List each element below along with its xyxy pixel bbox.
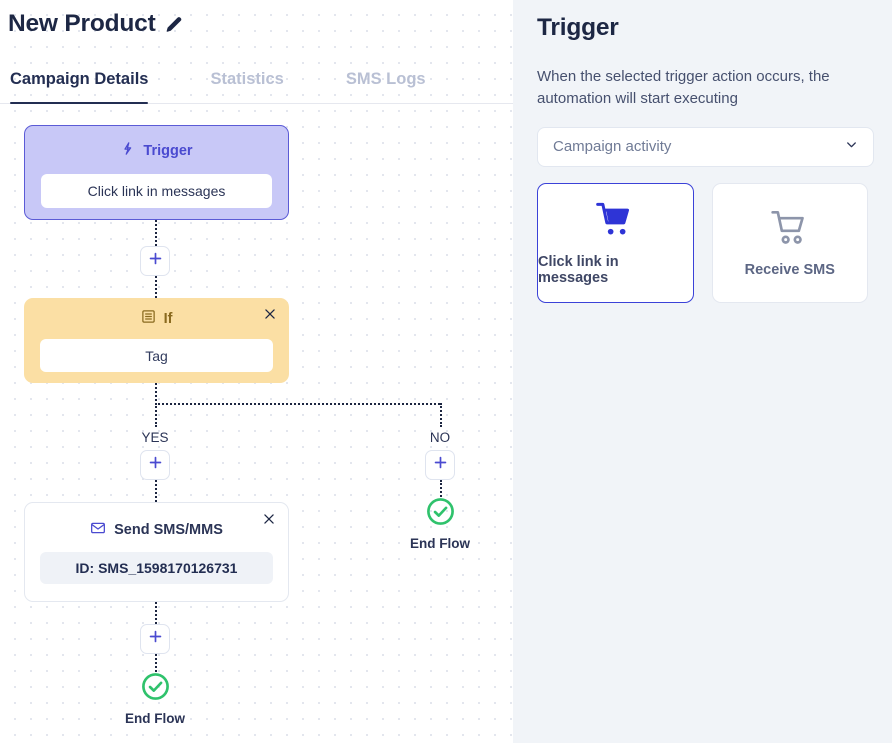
flow-graph: Trigger Click link in messages If Tag YE…: [0, 0, 513, 743]
pencil-icon[interactable]: [164, 15, 183, 34]
plus-icon: [147, 250, 164, 272]
shopping-cart-outline-icon: [770, 208, 810, 253]
plus-icon: [432, 454, 449, 476]
trigger-node-header: Trigger: [41, 136, 272, 165]
panel-description: When the selected trigger action occurs,…: [537, 68, 830, 107]
chevron-down-icon: [844, 137, 859, 157]
tab-sms-logs[interactable]: SMS Logs: [346, 64, 426, 104]
check-circle-icon: [385, 497, 495, 531]
trigger-settings-panel: Trigger When the selected trigger action…: [513, 0, 892, 743]
sms-node-close-button[interactable]: [259, 509, 279, 529]
lightning-bolt-icon: [120, 141, 135, 160]
list-icon: [141, 309, 156, 328]
plus-icon: [147, 454, 164, 476]
connector-if-down: [155, 383, 157, 405]
trigger-option-cards: Click link in messages Receive SMS: [537, 182, 868, 303]
if-node-value[interactable]: Tag: [40, 339, 273, 372]
trigger-type-select[interactable]: Campaign activity: [537, 126, 874, 167]
trigger-node-value[interactable]: Click link in messages: [41, 174, 272, 208]
connector-add-to-end: [155, 654, 157, 672]
branch-label-yes: YES: [141, 430, 169, 445]
sms-node-value[interactable]: ID: SMS_1598170126731: [40, 552, 273, 584]
shopping-cart-filled-icon: [595, 200, 635, 245]
connector-no-to-end: [440, 480, 442, 497]
sms-node-title: Send SMS/MMS: [114, 521, 223, 538]
connector-trigger-to-add: [155, 220, 157, 246]
branch-label-no: NO: [429, 430, 451, 445]
tab-campaign-details[interactable]: Campaign Details: [10, 64, 149, 104]
flow-canvas[interactable]: Trigger Click link in messages If Tag YE…: [0, 0, 513, 743]
trigger-option-receive-sms[interactable]: Receive SMS: [711, 182, 868, 303]
flow-node-if[interactable]: If Tag: [24, 298, 289, 383]
end-flow-yes-branch: End Flow: [100, 672, 210, 726]
add-step-button-yes[interactable]: [140, 450, 170, 480]
connector-branch-no: [440, 403, 442, 427]
automation-builder-screen: Trigger Click link in messages If Tag YE…: [0, 0, 892, 743]
add-step-button-2[interactable]: [140, 624, 170, 654]
add-step-button-no[interactable]: [425, 450, 455, 480]
end-flow-label: End Flow: [125, 711, 185, 726]
end-flow-label: End Flow: [410, 536, 470, 551]
connector-sms-to-add: [155, 602, 157, 624]
add-step-button-1[interactable]: [140, 246, 170, 276]
if-node-close-button[interactable]: [260, 304, 280, 324]
check-circle-icon: [100, 672, 210, 706]
if-node-header: If: [40, 304, 273, 333]
trigger-node-title: Trigger: [143, 142, 193, 159]
trigger-option-label: Receive SMS: [744, 261, 835, 278]
envelope-icon: [90, 520, 106, 540]
plus-icon: [147, 628, 164, 650]
trigger-option-click-link[interactable]: Click link in messages: [537, 182, 694, 303]
connector-branch-yes: [155, 403, 157, 427]
connector-add-to-if: [155, 276, 157, 298]
trigger-option-label: Click link in messages: [538, 253, 619, 286]
tab-bar: Campaign Details Statistics SMS Logs: [0, 62, 513, 104]
page-title: New Product: [8, 10, 156, 37]
end-flow-no-branch: End Flow: [385, 497, 495, 551]
connector-branch-horizontal: [155, 403, 440, 405]
if-node-title: If: [163, 310, 173, 327]
panel-title: Trigger: [537, 14, 619, 41]
trigger-type-select-value: Campaign activity: [553, 138, 672, 155]
tab-statistics[interactable]: Statistics: [210, 64, 283, 104]
flow-node-trigger[interactable]: Trigger Click link in messages: [24, 125, 289, 220]
flow-node-send-sms[interactable]: Send SMS/MMS ID: SMS_1598170126731: [24, 502, 289, 602]
title-row: New Product: [8, 10, 183, 38]
sms-node-header: Send SMS/MMS: [40, 515, 273, 544]
connector-yes-to-sms: [155, 480, 157, 502]
